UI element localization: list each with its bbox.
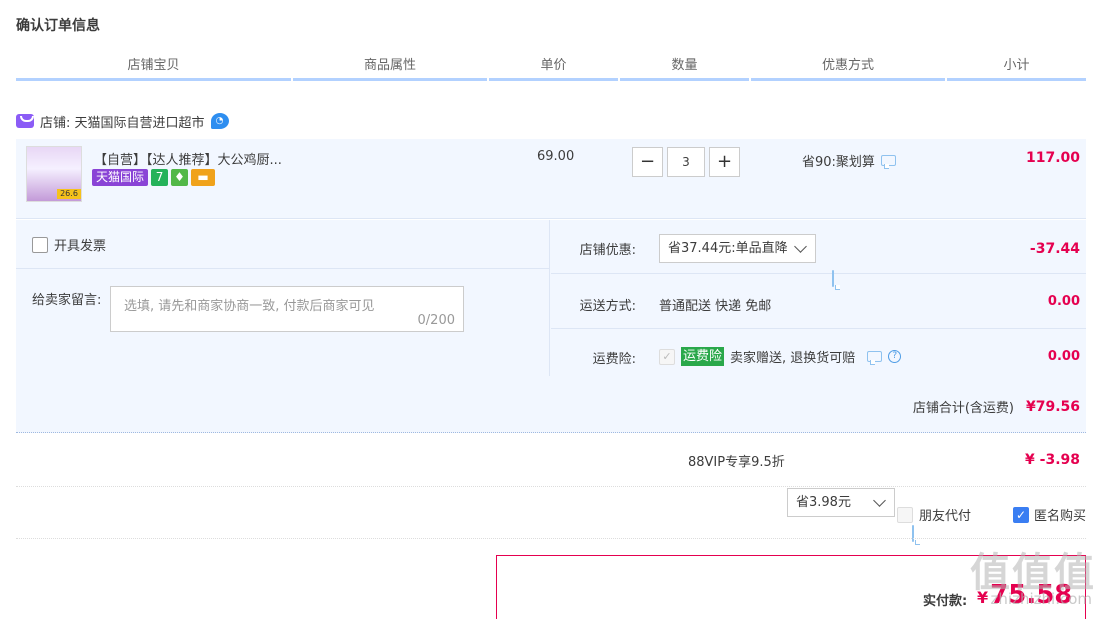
unit-price: 69.00 — [537, 149, 575, 164]
guarantee-icon: ♦ — [171, 169, 189, 186]
wangwang-chat-icon[interactable]: ◔ — [210, 113, 229, 129]
vip-comment-icon[interactable] — [912, 525, 914, 542]
seven-day-return-badge: 7 — [151, 169, 169, 186]
shipping-amount: 0.00 — [1047, 294, 1080, 309]
message-placeholder: 选填, 请先和商家协商一致, 付款后商家可见 — [124, 299, 375, 314]
friend-pay-option[interactable]: 朋友代付 — [897, 505, 971, 524]
header-col-item: 店铺宝贝 — [16, 55, 291, 81]
header-col-discount: 优惠方式 — [751, 55, 945, 81]
friend-pay-checkbox[interactable] — [897, 506, 913, 523]
insurance-tag: 运费险 — [681, 347, 725, 366]
tmall-shop-icon — [16, 114, 34, 128]
insurance-comment-icon[interactable] — [867, 351, 883, 365]
shop-discount-value: 省37.44元:单品直降 — [668, 241, 788, 256]
insurance-option: ✓ 运费险 卖家赠送, 退换货可赔 ? — [659, 347, 902, 366]
insurance-checkbox: ✓ — [659, 348, 675, 365]
invoice-option[interactable]: 开具发票 — [32, 235, 106, 254]
divider — [16, 486, 1086, 487]
anonymous-option[interactable]: ✓ 匿名购买 — [1013, 505, 1086, 524]
invoice-label: 开具发票 — [54, 239, 107, 254]
vip-amount: ¥ -3.98 — [1025, 452, 1080, 468]
anonymous-label: 匿名购买 — [1034, 509, 1087, 524]
invoice-checkbox[interactable] — [32, 236, 48, 253]
insurance-amount: 0.00 — [1047, 349, 1080, 364]
quantity-stepper: − 3 + — [632, 147, 740, 177]
shop-discount-comment-icon[interactable] — [832, 270, 834, 287]
vip-label: 88VIP专享9.5折 — [688, 455, 785, 470]
credit-card-icon: ▬ — [191, 169, 216, 186]
shipping-label: 运送方式: — [579, 299, 636, 314]
insurance-label: 运费险: — [592, 352, 636, 367]
shop-discount-select[interactable]: 省37.44元:单品直降 — [659, 234, 816, 263]
item-subtotal: 117.00 — [1025, 150, 1080, 166]
header-col-attr: 商品属性 — [293, 55, 487, 81]
header-col-price: 单价 — [489, 55, 618, 81]
header-col-qty: 数量 — [620, 55, 749, 81]
shop-row: 店铺: 天猫国际自营进口超市 ◔ — [16, 111, 229, 131]
product-title[interactable]: 【自营】【达人推荐】大公鸡厨... — [94, 149, 282, 168]
help-question-icon[interactable]: ? — [888, 350, 902, 363]
discount-comment-icon[interactable] — [880, 155, 896, 169]
shop-total-amount: ¥79.56 — [1025, 398, 1080, 415]
divider — [16, 538, 1086, 539]
friend-pay-label: 朋友代付 — [919, 509, 972, 524]
shop-total: 店铺合计(含运费) ¥79.56 — [912, 397, 1080, 417]
shop-name[interactable]: 店铺: 天猫国际自营进口超市 — [40, 112, 205, 131]
message-textarea[interactable]: 选填, 请先和商家协商一致, 付款后商家可见 0/200 — [110, 286, 464, 332]
shop-total-label: 店铺合计(含运费) — [912, 401, 1014, 416]
insurance-description: 卖家赠送, 退换货可赔 — [730, 351, 856, 366]
message-counter: 0/200 — [417, 313, 455, 328]
product-thumbnail[interactable]: 26.6 — [26, 146, 82, 202]
divider — [16, 268, 550, 269]
divider — [551, 328, 1086, 329]
quantity-input[interactable]: 3 — [667, 147, 705, 177]
shop-discount-label: 店铺优惠: — [579, 243, 636, 258]
divider — [551, 273, 1086, 274]
product-badges: 天猫国际 7 ♦ ▬ — [92, 169, 216, 186]
header-col-subtotal: 小计 — [947, 55, 1086, 81]
increase-qty-button[interactable]: + — [709, 147, 740, 177]
shipping-method: 普通配送 快递 免邮 — [659, 299, 772, 314]
item-discount: 省90:聚划算 — [802, 151, 896, 170]
table-header: 店铺宝贝 商品属性 单价 数量 优惠方式 小计 — [16, 55, 1086, 81]
juhuasuan-discount: 省90:聚划算 — [802, 155, 875, 170]
tmall-global-badge: 天猫国际 — [92, 169, 149, 186]
message-label: 给卖家留言: — [32, 293, 102, 308]
anonymous-checkbox[interactable]: ✓ — [1013, 506, 1029, 523]
shop-discount-amount: -37.44 — [1029, 241, 1080, 257]
chevron-down-icon — [794, 240, 807, 253]
actual-pay-label: 实付款: — [923, 594, 968, 609]
watermark-url: zhizhizhi.com — [990, 590, 1092, 608]
vip-discount-select[interactable]: 省3.98元 — [787, 488, 895, 517]
thumb-price-tag: 26.6 — [57, 189, 81, 199]
page-title: 确认订单信息 — [16, 18, 100, 34]
chevron-down-icon — [873, 494, 886, 507]
decrease-qty-button[interactable]: − — [632, 147, 663, 177]
vip-discount-value: 省3.98元 — [796, 495, 851, 510]
